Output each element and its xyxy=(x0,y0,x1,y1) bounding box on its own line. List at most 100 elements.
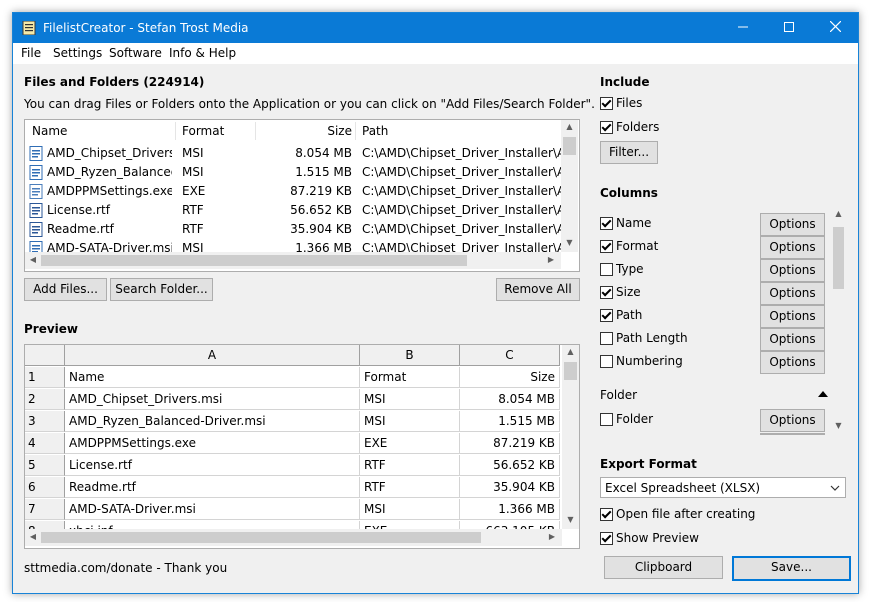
filter-button[interactable]: Filter... xyxy=(600,141,658,164)
menu-file[interactable]: File xyxy=(21,46,41,60)
column-type-label[interactable]: Type xyxy=(616,262,644,276)
save-button[interactable]: Save... xyxy=(732,556,851,581)
preview-scroll-right-icon[interactable]: ▶ xyxy=(546,532,558,541)
scroll-up-icon[interactable]: ▲ xyxy=(561,122,578,131)
grid-cell-a[interactable]: AMD_Chipset_Drivers.msi xyxy=(65,389,360,410)
col-header-path[interactable]: Path xyxy=(362,120,562,142)
column-numbering-options-button[interactable]: Options xyxy=(760,351,825,374)
column-size-options-button[interactable]: Options xyxy=(760,282,825,305)
grid-cell-c[interactable]: 1.366 MB xyxy=(460,499,560,520)
include-files-checkbox[interactable] xyxy=(600,97,613,110)
file-list-vscroll-thumb[interactable] xyxy=(563,137,576,155)
remove-all-button[interactable]: Remove All xyxy=(496,278,580,301)
column-numbering-label[interactable]: Numbering xyxy=(616,354,683,368)
preview-vscroll-thumb[interactable] xyxy=(564,362,577,380)
include-files-label[interactable]: Files xyxy=(616,96,642,110)
file-list[interactable]: Name Format Size Path AMD_Chipset_Driver… xyxy=(24,119,580,272)
grid-cell-a[interactable]: Name xyxy=(65,367,360,388)
grid-cell-b[interactable]: RTF xyxy=(360,477,460,498)
grid-row-number[interactable]: 5 xyxy=(25,455,65,476)
column-format-checkbox[interactable] xyxy=(600,240,613,253)
close-button[interactable] xyxy=(812,13,858,43)
file-list-row[interactable]: AMD_Ryzen_Balanced.... MSI 1.515 MB C:\AMD\… xyxy=(25,163,565,182)
file-list-row[interactable]: License.rtf RTF 56.652 KB C:\AMD\Chipset_Dr… xyxy=(25,201,565,220)
columns-vscroll-thumb[interactable] xyxy=(833,227,844,289)
grid-cell-c[interactable]: 56.652 KB xyxy=(460,455,560,476)
col-header-name[interactable]: Name xyxy=(32,120,172,142)
column-path-options-button[interactable]: Options xyxy=(760,305,825,328)
folder-label[interactable]: Folder xyxy=(616,412,653,426)
column-path-length-options-button[interactable]: Options xyxy=(760,328,825,351)
column-path-length-label[interactable]: Path Length xyxy=(616,331,688,345)
column-format-label[interactable]: Format xyxy=(616,239,658,253)
column-path-checkbox[interactable] xyxy=(600,309,613,322)
grid-cell-b[interactable]: RTF xyxy=(360,455,460,476)
search-folder-button[interactable]: Search Folder... xyxy=(110,278,213,301)
grid-cell-a[interactable]: License.rtf xyxy=(65,455,360,476)
grid-row-number[interactable]: 1 xyxy=(25,367,65,388)
column-size-checkbox[interactable] xyxy=(600,286,613,299)
grid-cell-c[interactable]: 1.515 MB xyxy=(460,411,560,432)
column-path-length-checkbox[interactable] xyxy=(600,332,613,345)
minimize-button[interactable] xyxy=(720,13,766,43)
scroll-down-icon[interactable]: ▼ xyxy=(561,238,578,247)
columns-vscroll[interactable]: ▲ ▼ xyxy=(831,209,846,433)
file-list-row[interactable]: AMDPPMSettings.exe EXE 87.219 KB C:\AMD\Chi… xyxy=(25,182,565,201)
clipboard-button[interactable]: Clipboard xyxy=(604,556,723,579)
column-numbering-checkbox[interactable] xyxy=(600,355,613,368)
grid-row-number[interactable]: 4 xyxy=(25,433,65,454)
preview-scroll-left-icon[interactable]: ◀ xyxy=(27,532,39,541)
file-list-vscroll[interactable]: ▲ ▼ xyxy=(561,120,578,252)
file-list-row[interactable]: Readme.rtf RTF 35.904 KB C:\AMD\Chipset_Dri… xyxy=(25,220,565,239)
menu-software[interactable]: Software xyxy=(109,46,162,60)
col-header-format[interactable]: Format xyxy=(182,120,252,142)
grid-cell-c[interactable]: 87.219 KB xyxy=(460,433,560,454)
scroll-left-icon[interactable]: ◀ xyxy=(27,255,39,264)
menu-info-help[interactable]: Info & Help xyxy=(169,46,236,60)
column-name-checkbox[interactable] xyxy=(600,217,613,230)
grid-cell-b[interactable]: MSI xyxy=(360,499,460,520)
show-preview-checkbox[interactable] xyxy=(600,532,613,545)
maximize-button[interactable] xyxy=(766,13,812,43)
preview-vscroll[interactable]: ▲ ▼ xyxy=(562,345,579,529)
preview-grid[interactable]: A B C 1 Name Format Size 2 AMD_Chipset_Driver… xyxy=(24,344,580,549)
folder-checkbox[interactable] xyxy=(600,413,613,426)
grid-cell-c[interactable]: 8.054 MB xyxy=(460,389,560,410)
open-file-label[interactable]: Open file after creating xyxy=(616,507,755,521)
show-preview-label[interactable]: Show Preview xyxy=(616,531,699,545)
preview-scroll-up-icon[interactable]: ▲ xyxy=(562,347,579,356)
column-format-options-button[interactable]: Options xyxy=(760,236,825,259)
file-list-row[interactable]: AMD_Chipset_Drivers.... MSI 8.054 MB C:\AMD… xyxy=(25,144,565,163)
grid-cell-b[interactable]: EXE xyxy=(360,433,460,454)
grid-cell-a[interactable]: AMDPPMSettings.exe xyxy=(65,433,360,454)
preview-scroll-down-icon[interactable]: ▼ xyxy=(562,515,579,524)
include-folders-label[interactable]: Folders xyxy=(616,120,659,134)
export-format-select[interactable]: Excel Spreadsheet (XLSX) xyxy=(600,477,846,498)
preview-hscroll-thumb[interactable] xyxy=(41,532,481,543)
grid-col-b[interactable]: B xyxy=(360,345,460,366)
preview-hscroll[interactable]: ◀ ▶ xyxy=(25,529,562,546)
grid-row-number[interactable]: 7 xyxy=(25,499,65,520)
open-file-checkbox[interactable] xyxy=(600,508,613,521)
grid-col-a[interactable]: A xyxy=(65,345,360,366)
column-size-label[interactable]: Size xyxy=(616,285,641,299)
column-path-label[interactable]: Path xyxy=(616,308,642,322)
title-bar[interactable]: FilelistCreator - Stefan Trost Media xyxy=(13,13,858,43)
file-list-hscroll[interactable]: ◀ ▶ xyxy=(25,252,561,269)
grid-cell-b[interactable]: Format xyxy=(360,367,460,388)
donate-text[interactable]: sttmedia.com/donate - Thank you xyxy=(24,561,227,575)
grid-cell-a[interactable]: AMD-SATA-Driver.msi xyxy=(65,499,360,520)
folder-options-button[interactable]: Options xyxy=(760,409,825,432)
grid-cell-b[interactable]: MSI xyxy=(360,389,460,410)
columns-scroll-up-icon[interactable]: ▲ xyxy=(831,209,846,218)
column-name-options-button[interactable]: Options xyxy=(760,213,825,236)
grid-cell-a[interactable]: Readme.rtf xyxy=(65,477,360,498)
grid-cell-c[interactable]: Size xyxy=(460,367,560,388)
include-folders-checkbox[interactable] xyxy=(600,121,613,134)
collapse-icon[interactable] xyxy=(818,391,828,397)
column-type-checkbox[interactable] xyxy=(600,263,613,276)
grid-row-number[interactable]: 2 xyxy=(25,389,65,410)
grid-cell-c[interactable]: 35.904 KB xyxy=(460,477,560,498)
column-name-label[interactable]: Name xyxy=(616,216,651,230)
grid-row-number[interactable]: 6 xyxy=(25,477,65,498)
